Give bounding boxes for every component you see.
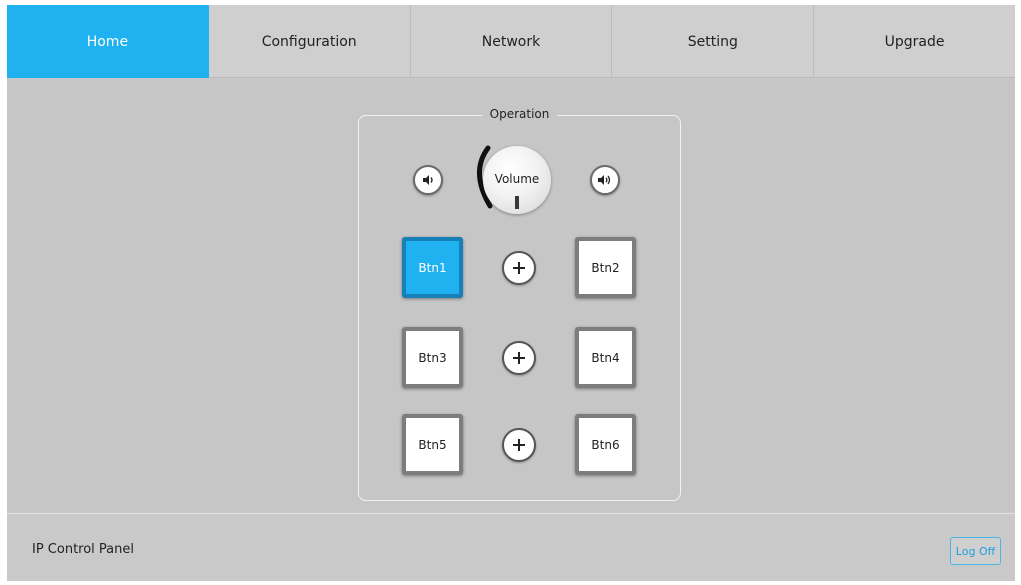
operation-panel: Operation Volume Btn1 Btn2 Btn3 Btn4 Btn… — [358, 107, 681, 501]
volume-up-button[interactable] — [590, 165, 620, 195]
speaker-low-icon — [423, 175, 433, 185]
btn5-button[interactable]: Btn5 — [402, 414, 463, 475]
tab-setting[interactable]: Setting — [612, 5, 815, 78]
tab-home[interactable]: Home — [7, 5, 209, 78]
btn6-button[interactable]: Btn6 — [575, 414, 636, 475]
knob-indicator — [515, 196, 519, 209]
volume-label: Volume — [494, 172, 540, 186]
link-btn1-btn2-button[interactable] — [502, 251, 536, 285]
app-frame: Home Configuration Network Setting Upgra… — [7, 5, 1015, 581]
tab-configuration[interactable]: Configuration — [209, 5, 411, 78]
btn3-button[interactable]: Btn3 — [402, 327, 463, 388]
panel-title: IP Control Panel — [32, 542, 135, 557]
operation-title: Operation — [481, 107, 558, 121]
tab-upgrade[interactable]: Upgrade — [814, 5, 1015, 78]
tab-network[interactable]: Network — [411, 5, 613, 78]
top-nav: Home Configuration Network Setting Upgra… — [7, 5, 1015, 78]
btn1-button[interactable]: Btn1 — [402, 237, 463, 298]
speaker-high-icon — [598, 175, 611, 185]
volume-knob[interactable]: Volume — [483, 146, 551, 214]
link-btn5-btn6-button[interactable] — [502, 428, 536, 462]
volume-knob-container: Volume — [470, 136, 560, 216]
plus-icon — [513, 262, 525, 274]
link-btn3-btn4-button[interactable] — [502, 341, 536, 375]
btn4-button[interactable]: Btn4 — [575, 327, 636, 388]
footer-bar: IP Control Panel Log Off — [7, 513, 1015, 581]
plus-icon — [513, 352, 525, 364]
plus-icon — [513, 439, 525, 451]
main-content: Operation Volume Btn1 Btn2 Btn3 Btn4 Btn… — [7, 79, 1015, 512]
log-off-button[interactable]: Log Off — [950, 537, 1001, 565]
btn2-button[interactable]: Btn2 — [575, 237, 636, 298]
volume-down-button[interactable] — [413, 165, 443, 195]
